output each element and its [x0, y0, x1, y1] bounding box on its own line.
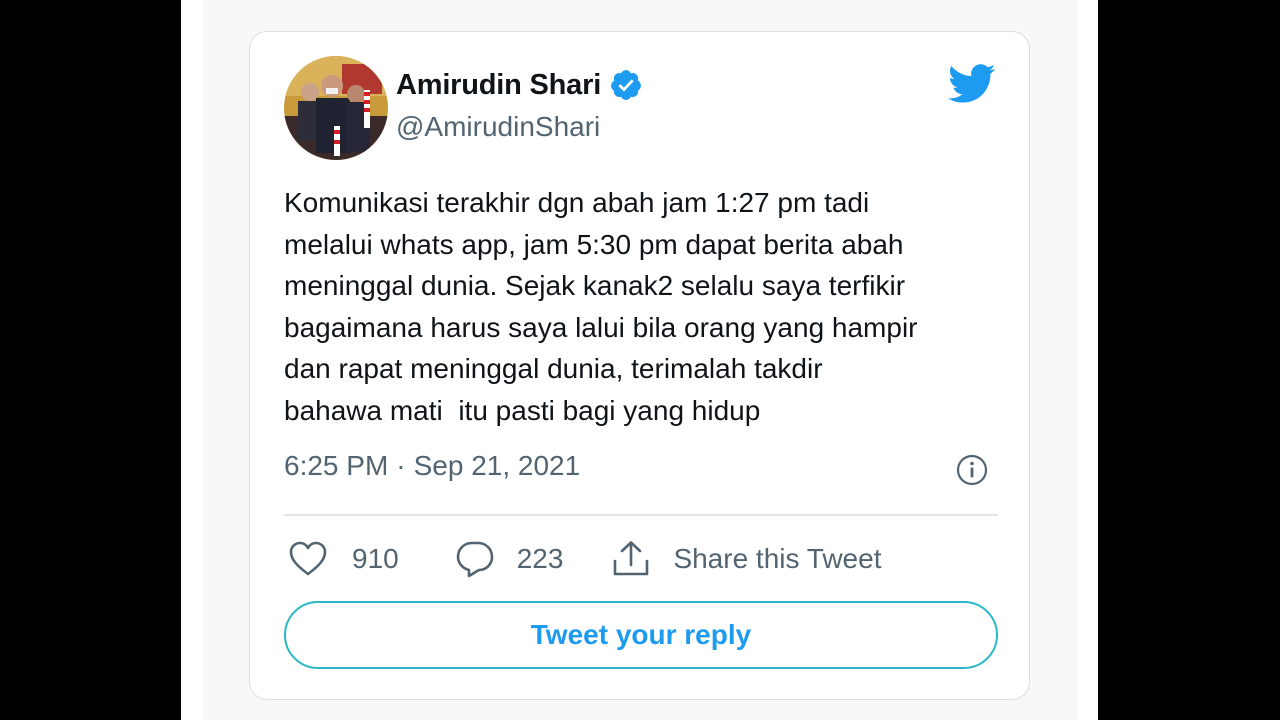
- twitter-bird-icon[interactable]: [948, 64, 996, 104]
- tweet-date[interactable]: Sep 21, 2021: [414, 450, 581, 482]
- tweet-timestamp[interactable]: 6:25 PM · Sep 21, 2021: [284, 450, 580, 482]
- tweet-your-reply-button[interactable]: Tweet your reply: [284, 601, 998, 669]
- tweet-time[interactable]: 6:25 PM: [284, 450, 388, 482]
- divider: [284, 514, 998, 516]
- share-label[interactable]: Share this Tweet: [673, 543, 881, 575]
- tweet-text: Komunikasi terakhir dgn abah jam 1:27 pm…: [284, 187, 918, 426]
- like-count[interactable]: 910: [352, 543, 399, 575]
- verified-badge-icon: [609, 68, 643, 102]
- info-icon[interactable]: [956, 454, 988, 486]
- tweet-actions: 910 223 Share this Tweet: [288, 535, 881, 583]
- tweet-card[interactable]: Amirudin Shari @AmirudinShari Komunikasi…: [249, 31, 1030, 700]
- heart-icon[interactable]: [288, 540, 328, 578]
- author-info[interactable]: Amirudin Shari: [396, 68, 643, 102]
- avatar[interactable]: [284, 56, 388, 160]
- share-button[interactable]: Share this Tweet: [611, 539, 881, 579]
- user-handle[interactable]: @AmirudinShari: [396, 111, 600, 143]
- like-button[interactable]: 910: [288, 540, 399, 578]
- reply-action-button[interactable]: 223: [455, 540, 564, 578]
- display-name[interactable]: Amirudin Shari: [396, 69, 601, 102]
- reply-count[interactable]: 223: [517, 543, 564, 575]
- speech-bubble-icon[interactable]: [455, 540, 495, 578]
- share-upload-icon[interactable]: [611, 539, 651, 579]
- timestamp-separator: ·: [396, 450, 406, 481]
